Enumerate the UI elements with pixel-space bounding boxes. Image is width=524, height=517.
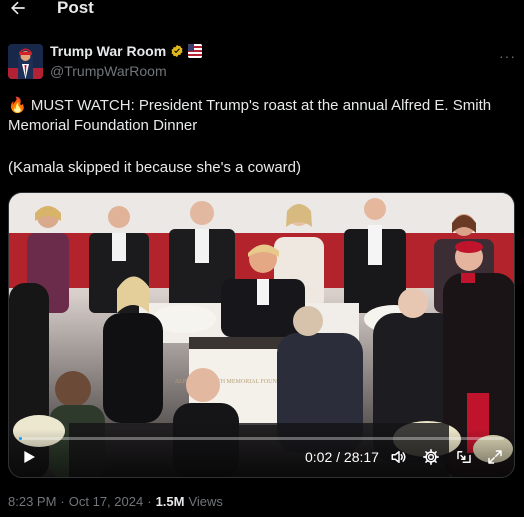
picture-in-picture-icon[interactable] [455,448,473,466]
progress-bar[interactable] [19,437,504,440]
verified-badge-icon [171,44,183,58]
post-meta: 8:23 PM · Oct 17, 2024 · 1.5M Views [8,494,223,509]
view-label: Views [188,494,223,509]
post-date[interactable]: Oct 17, 2024 [69,494,143,509]
post-time[interactable]: 8:23 PM [8,494,56,509]
volume-icon[interactable] [390,448,408,466]
top-bar: Post [0,0,524,22]
author-name-row: Trump War Room [50,43,203,59]
view-count: 1.5M [155,494,185,509]
post-author-header: Trump War Room @TrumpWarRoom ··· [8,42,516,82]
video-time: 0:02 / 28:17 [305,449,379,465]
page-title: Post [57,0,94,17]
progress-fill [19,437,22,440]
tweet-line-2: (Kamala skipped it because she's a cowar… [8,159,302,176]
back-arrow-icon[interactable] [8,0,28,18]
fullscreen-icon[interactable] [486,448,504,466]
tweet-body: MUST WATCH: President Trump's roast at t… [8,97,492,134]
affiliate-flag-icon[interactable] [188,44,203,58]
more-options-icon[interactable]: ··· [499,48,516,64]
meta-separator: · [147,494,152,509]
author-handle[interactable]: @TrumpWarRoom [50,63,167,79]
fire-emoji-icon: 🔥 [8,97,27,114]
video-player[interactable]: ALFRED E. SMITH MEMORIAL FOUNDATION 0:02… [8,192,515,478]
video-controls: 0:02 / 28:17 [9,429,514,477]
avatar[interactable] [8,44,43,79]
play-icon[interactable] [21,449,37,465]
meta-separator: · [60,494,65,509]
tweet-line-1: 🔥 MUST WATCH: President Trump's roast at… [8,96,516,136]
tweet-text: 🔥 MUST WATCH: President Trump's roast at… [8,96,516,178]
settings-gear-icon[interactable] [422,448,440,466]
author-name[interactable]: Trump War Room [50,43,166,59]
